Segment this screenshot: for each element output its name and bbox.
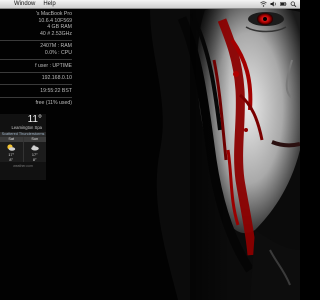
- model-name: 's MacBook Pro: [35, 11, 72, 17]
- ip-address: 192.168.0.10: [41, 75, 72, 82]
- current-temperature: 11°: [27, 114, 42, 125]
- disk-usage: free (11% used): [35, 100, 72, 107]
- menu-help[interactable]: Help: [39, 0, 59, 9]
- menu-bar-status-area: [260, 1, 300, 7]
- system-info-widget: 's MacBook Pro 10.6.4 10F569 4 GB RAM 40…: [0, 11, 78, 107]
- weather-widget[interactable]: 11° Leamington Spa Scattered Thunderstor…: [0, 114, 46, 180]
- os-version: 10.6.4 10F569: [38, 17, 72, 24]
- cloud-icon: [24, 142, 47, 153]
- divider: [0, 71, 72, 73]
- uptime: f user : UPTIME: [35, 62, 72, 69]
- sun-cloud-icon: [0, 142, 23, 153]
- menu-bar: Window Help: [0, 0, 300, 9]
- forecast-low: 8°: [9, 157, 14, 162]
- battery-icon[interactable]: [280, 1, 287, 7]
- forecast-low: 8°: [32, 157, 37, 162]
- clock-time: 19:55:22 BST: [40, 87, 72, 94]
- divider: [0, 59, 72, 61]
- menu-bar-left: Window Help: [10, 0, 60, 9]
- cpu-usage: 0.0% : CPU: [44, 49, 72, 56]
- volume-icon[interactable]: [270, 1, 277, 7]
- forecast-day: Sat 17° 8°: [0, 137, 24, 162]
- cpu-info: 40 # 2.53GHz: [39, 30, 72, 37]
- weather-location: Leamington Spa: [11, 125, 43, 130]
- forecast-day: Sun 17° 8°: [23, 137, 47, 162]
- menu-window[interactable]: Window: [10, 0, 39, 9]
- divider: [0, 84, 72, 86]
- wifi-icon[interactable]: [260, 1, 267, 7]
- ram-total: 4 GB RAM: [47, 24, 72, 31]
- divider: [0, 39, 72, 41]
- ram-usage: 2407M : RAM: [40, 43, 72, 50]
- weather-source: weather.com: [13, 164, 33, 168]
- divider: [0, 96, 72, 98]
- spotlight-icon[interactable]: [290, 1, 297, 7]
- forecast-days: Sat 17° 8° Sun 17° 8°: [0, 137, 46, 162]
